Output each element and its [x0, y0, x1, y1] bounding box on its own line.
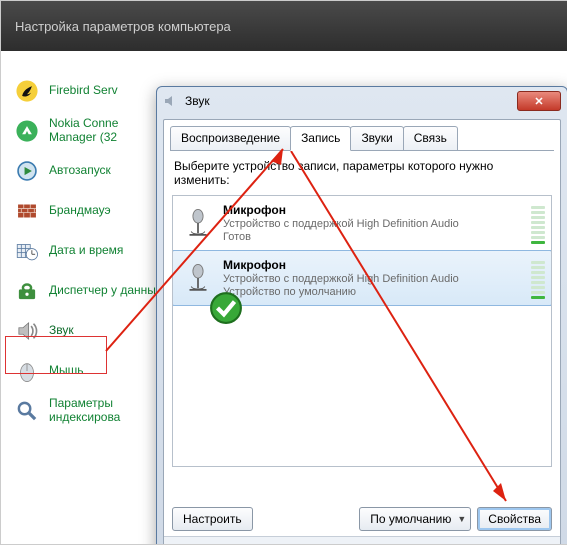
- set-default-dropdown[interactable]: По умолчанию ▼: [359, 507, 471, 531]
- mouse-icon: [13, 357, 41, 385]
- tab-label: Звуки: [361, 131, 392, 145]
- cpl-label: Firebird Serv: [49, 84, 118, 98]
- dialog-client: Воспроизведение Запись Звуки Связь Выбер…: [163, 119, 561, 545]
- cpl-item-firewall[interactable]: Брандмауэ: [9, 191, 169, 231]
- autoplay-icon: [13, 157, 41, 185]
- tab-label: Запись: [301, 131, 340, 145]
- device-status: Готов: [223, 231, 525, 243]
- device-desc: Устройство с поддержкой High Definition …: [223, 273, 525, 285]
- cpl-label: Диспетчер у данных: [49, 284, 162, 298]
- nokia-icon: [13, 117, 41, 145]
- level-meter: [531, 202, 545, 244]
- cpl-item-nokia[interactable]: Nokia Conne Manager (32: [9, 111, 169, 151]
- firebird-icon: [13, 77, 41, 105]
- tab-playback[interactable]: Воспроизведение: [170, 126, 291, 150]
- window-header: Настройка параметров компьютера: [1, 1, 567, 51]
- cpl-item-credential[interactable]: Диспетчер у данных: [9, 271, 169, 311]
- properties-button[interactable]: Свойства: [477, 507, 552, 531]
- content-area: Firebird Serv Nokia Conne Manager (32 Ав…: [1, 51, 567, 544]
- device-list[interactable]: Микрофон Устройство с поддержкой High De…: [172, 195, 552, 467]
- level-meter: [531, 257, 545, 299]
- microphone-icon: [173, 196, 223, 250]
- configure-button[interactable]: Настроить: [172, 507, 253, 531]
- device-name: Микрофон: [223, 258, 525, 272]
- cpl-label: Дата и время: [49, 244, 123, 258]
- tab-sounds[interactable]: Звуки: [350, 126, 403, 150]
- cpl-label: Звук: [49, 324, 74, 338]
- cpl-label: Брандмауэ: [49, 204, 111, 218]
- cpl-label: Nokia Conne Manager (32: [49, 117, 165, 145]
- sound-dialog-icon: [163, 93, 179, 109]
- firewall-icon: [13, 197, 41, 225]
- close-button[interactable]: ✕: [517, 91, 561, 111]
- chevron-down-icon: ▼: [457, 514, 466, 524]
- device-desc: Устройство с поддержкой High Definition …: [223, 218, 525, 230]
- default-check-icon: [209, 291, 225, 307]
- button-label: Настроить: [183, 512, 242, 526]
- dialog-button-row: OK Отмена Применить: [164, 536, 560, 545]
- dialog-titlebar[interactable]: Звук ✕: [157, 87, 567, 115]
- window-header-title: Настройка параметров компьютера: [15, 19, 231, 34]
- device-status: Устройство по умолчанию: [223, 286, 525, 298]
- cpl-item-mouse[interactable]: Мышь: [9, 351, 169, 391]
- cpl-label: Мышь: [49, 364, 84, 378]
- cpl-item-sound[interactable]: Звук: [9, 311, 169, 351]
- cpl-item-datetime[interactable]: Дата и время: [9, 231, 169, 271]
- microphone-icon: [173, 251, 223, 305]
- instruction-text: Выберите устройство записи, параметры ко…: [164, 151, 560, 193]
- device-row[interactable]: Микрофон Устройство с поддержкой High De…: [173, 196, 551, 251]
- tab-label: Связь: [414, 131, 447, 145]
- credential-icon: [13, 277, 41, 305]
- cpl-item-autoplay[interactable]: Автозапуск: [9, 151, 169, 191]
- cpl-label: Автозапуск: [49, 164, 111, 178]
- cpl-item-indexing[interactable]: Параметры индексирова: [9, 391, 169, 431]
- cpl-item-firebird[interactable]: Firebird Serv: [9, 71, 169, 111]
- dialog-title: Звук: [185, 94, 517, 108]
- datetime-icon: [13, 237, 41, 265]
- button-label: Свойства: [488, 512, 541, 526]
- sound-dialog: Звук ✕ Воспроизведение Запись Звуки Связ…: [156, 86, 567, 545]
- cpl-label: Параметры индексирова: [49, 397, 165, 425]
- tab-recording[interactable]: Запись: [290, 126, 351, 151]
- close-icon: ✕: [534, 95, 543, 108]
- tab-strip: Воспроизведение Запись Звуки Связь: [164, 120, 560, 150]
- device-name: Микрофон: [223, 203, 525, 217]
- device-row[interactable]: Микрофон Устройство с поддержкой High De…: [172, 250, 552, 306]
- tab-label: Воспроизведение: [181, 131, 280, 145]
- sound-icon: [13, 317, 41, 345]
- tab-communications[interactable]: Связь: [403, 126, 458, 150]
- indexing-icon: [13, 397, 41, 425]
- control-panel-list: Firebird Serv Nokia Conne Manager (32 Ав…: [9, 71, 169, 431]
- button-label: По умолчанию: [370, 512, 451, 526]
- device-button-row: Настроить По умолчанию ▼ Свойства: [172, 507, 552, 531]
